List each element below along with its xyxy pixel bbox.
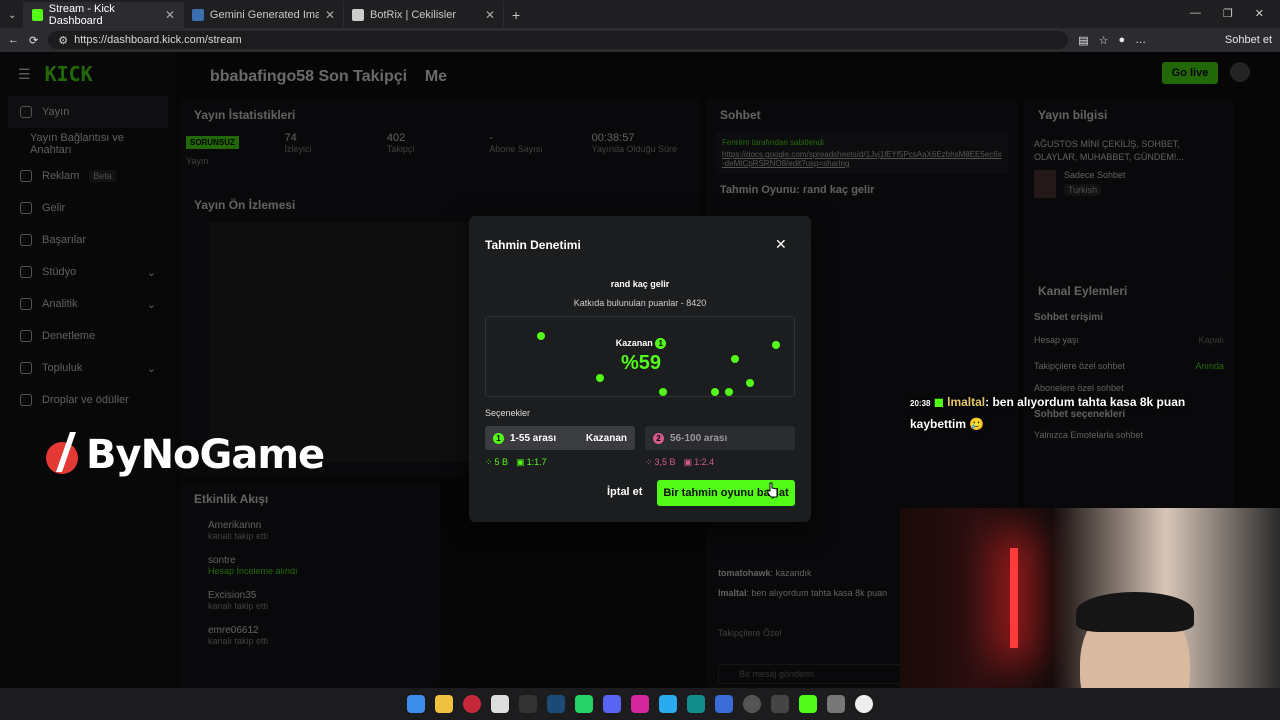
mail-icon[interactable] [715,695,733,713]
file-explorer-icon[interactable] [435,695,453,713]
prediction-modal: Tahmin Denetimi ✕ rand kaç gelir Katkıda… [469,216,811,522]
app-icon[interactable] [743,695,761,713]
chart-dot [746,379,754,387]
copilot-button[interactable]: Sohbet et [1225,34,1272,46]
botrix-favicon-icon [352,9,364,21]
overlay-time: 20:38 [910,399,931,408]
chart-dot [659,388,667,396]
bynogame-watermark: ByNoGame [44,428,325,482]
points-icon: ⁘ [485,457,493,467]
close-icon[interactable]: ✕ [775,236,787,253]
emote-icon: 🥲 [969,417,985,431]
bynogame-wordmark: ByNoGame [86,432,325,478]
app-icon[interactable] [827,695,845,713]
steam-icon[interactable] [547,695,565,713]
kick-badge-icon: ◼ [933,395,944,409]
prediction-question: rand kaç gelir [610,279,670,289]
app-icon[interactable] [491,695,509,713]
option-2-stats: ⁘ 3,5 B ▣ 1:2.4 [645,457,714,468]
chart-dot [711,388,719,396]
epic-games-icon[interactable] [519,695,537,713]
chart-dot [596,374,604,382]
option-1-stats: ⁘ 5 B ▣ 1:1.7 [485,457,547,468]
tab-kick-dashboard[interactable]: Stream - Kick Dashboard ✕ [24,2,184,28]
new-tab-button[interactable]: + [504,2,534,28]
winner-label-row: Kazanan 1 [486,338,794,349]
options-title: Seçenekler [485,408,531,418]
winner-number-badge: 1 [655,338,667,349]
bynogame-logo-icon [46,432,78,474]
streamer-hair [1076,592,1194,632]
back-icon[interactable]: ← [8,34,19,46]
url-text: https://dashboard.kick.com/stream [74,34,242,46]
opera-icon[interactable] [463,695,481,713]
close-tab-icon[interactable]: ✕ [325,8,335,22]
tab-botrix[interactable]: BotRix | Cekilisler ✕ [344,2,504,28]
option-points: 3,5 B [654,457,676,467]
reader-icon[interactable]: ▤ [1078,34,1088,47]
start-icon[interactable] [407,695,425,713]
close-tab-icon[interactable]: ✕ [485,8,495,22]
option-label: 56-100 arası [670,432,728,444]
tab-menu-button[interactable]: ⌄ [0,2,24,28]
instagram-icon[interactable] [631,695,649,713]
points-icon: ⁘ [645,457,653,467]
option-ratio: 1:1.7 [526,457,547,467]
hand-cursor-icon [767,482,778,498]
close-tab-icon[interactable]: ✕ [165,8,175,22]
discord-icon[interactable] [603,695,621,713]
modal-title: Tahmin Denetimi [485,238,581,252]
option-number-badge: 2 [653,432,664,444]
winner-tag: Kazanan [585,432,627,444]
whatsapp-icon[interactable] [575,695,593,713]
obs-icon[interactable] [855,695,873,713]
option-2-button[interactable]: 2 56-100 arası [645,426,795,450]
address-bar: ← ⟳ ⚙ https://dashboard.kick.com/stream … [0,28,1280,52]
kick-app-icon[interactable] [799,695,817,713]
option-ratio: 1:2.4 [694,457,715,467]
browser-tab-bar: ⌄ Stream - Kick Dashboard ✕ Gemini Gener… [0,0,1280,28]
taskbar [0,688,1280,720]
telegram-icon[interactable] [659,695,677,713]
more-icon[interactable]: … [1135,34,1146,46]
ratio-icon: ▣ [683,457,693,467]
close-window-icon[interactable]: ✕ [1255,7,1264,20]
option-number-badge: 1 [493,432,504,444]
overlay-user: lmaltal [947,395,986,409]
kick-favicon-icon [32,9,43,21]
ratio-icon: ▣ [516,457,525,467]
site-info-icon[interactable]: ⚙ [58,34,68,47]
winner-chart: Kazanan 1 %59 [485,316,795,397]
favorite-icon[interactable]: ☆ [1099,34,1109,47]
option-1-button[interactable]: 1 1-55 arası Kazanan [485,426,635,450]
option-label: 1-55 arası [510,432,557,444]
winner-label: Kazanan [615,338,653,348]
profile-icon[interactable]: ● [1119,34,1126,46]
minimize-icon[interactable]: — [1190,7,1201,20]
chart-dot [725,388,733,396]
app-icon[interactable] [771,695,789,713]
red-light [1010,548,1018,648]
tab-title: Stream - Kick Dashboard [48,3,115,27]
option-points: 5 B [494,457,509,467]
edge-icon[interactable] [687,695,705,713]
reload-icon[interactable]: ⟳ [29,34,38,47]
cancel-button[interactable]: İptal et [607,486,642,498]
restore-icon[interactable]: ❐ [1223,7,1233,20]
tab-gemini-image[interactable]: Gemini Generated Image 1foiz31ffo... ✕ [184,2,344,28]
tab-title: Gemini Generated Image 1foiz31ffo... [209,9,319,21]
url-field[interactable]: ⚙ https://dashboard.kick.com/stream [48,31,1069,49]
winner-percent: %59 [620,352,662,374]
image-favicon-icon [192,9,204,21]
points-line: Katkıda bulunulan puanlar - 8420 [573,298,707,308]
tab-title: BotRix | Cekilisler [370,9,456,21]
overlay-chat-message: 20:38 ◼ lmaltal: ben alıyordum tahta kas… [910,392,1210,434]
